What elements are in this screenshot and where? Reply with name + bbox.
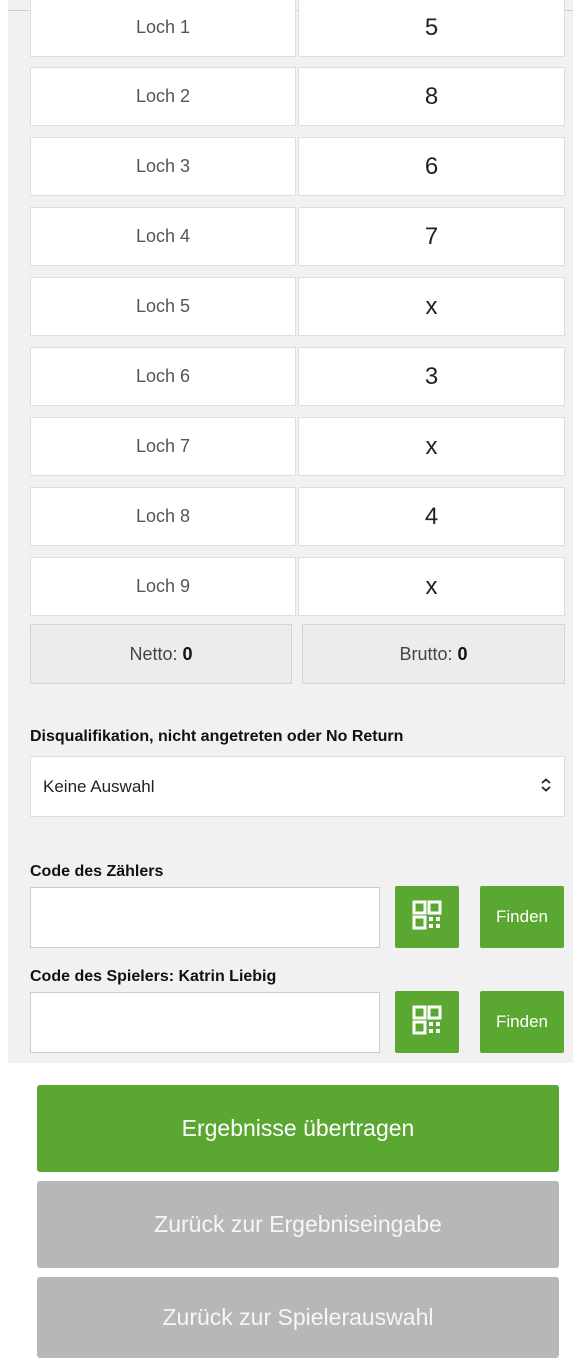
hole-row: Loch 8 4 xyxy=(30,487,565,548)
brutto-value: 0 xyxy=(457,643,468,664)
hole-row: Loch 6 3 xyxy=(30,347,565,408)
netto-total: Netto: 0 xyxy=(30,624,292,684)
hole-row: Loch 3 6 xyxy=(30,137,565,198)
qr-code-icon xyxy=(412,1005,442,1040)
disqualification-select[interactable]: Keine Auswahl xyxy=(30,756,565,817)
hole-row: Loch 9 x xyxy=(30,557,565,618)
marker-qr-scan-button[interactable] xyxy=(395,886,459,948)
back-to-entry-button[interactable]: Zurück zur Ergebniseingabe xyxy=(37,1181,559,1268)
back-to-players-button[interactable]: Zurück zur Spielerauswahl xyxy=(37,1277,559,1358)
hole-label: Loch 1 xyxy=(30,0,296,57)
hole-score[interactable]: x xyxy=(298,277,565,336)
marker-code-input[interactable] xyxy=(30,887,380,948)
hole-row: Loch 4 7 xyxy=(30,207,565,268)
hole-score[interactable]: 4 xyxy=(298,487,565,546)
hole-row: Loch 2 8 xyxy=(30,67,565,128)
hole-label: Loch 6 xyxy=(30,347,296,406)
player-code-input[interactable] xyxy=(30,992,380,1053)
chevron-up-down-icon xyxy=(540,778,552,795)
player-find-button[interactable]: Finden xyxy=(480,991,564,1053)
hole-score[interactable]: 7 xyxy=(298,207,565,266)
hole-score[interactable]: 6 xyxy=(298,137,565,196)
hole-label: Loch 3 xyxy=(30,137,296,196)
hole-row: Loch 5 x xyxy=(30,277,565,338)
marker-code-label: Code des Zählers xyxy=(30,863,164,880)
hole-label: Loch 7 xyxy=(30,417,296,476)
netto-value: 0 xyxy=(182,643,193,664)
hole-score[interactable]: x xyxy=(298,557,565,616)
brutto-total: Brutto: 0 xyxy=(302,624,565,684)
netto-label: Netto: xyxy=(129,643,178,664)
player-code-label: Code des Spielers: Katrin Liebig xyxy=(30,968,277,985)
hole-label: Loch 9 xyxy=(30,557,296,616)
submit-results-button[interactable]: Ergebnisse übertragen xyxy=(37,1085,559,1172)
hole-label: Loch 2 xyxy=(30,67,296,126)
hole-score[interactable]: 5 xyxy=(298,0,565,57)
hole-score[interactable]: 3 xyxy=(298,347,565,406)
hole-score[interactable]: x xyxy=(298,417,565,476)
disqualification-selected: Keine Auswahl xyxy=(43,776,155,796)
brutto-label: Brutto: xyxy=(399,643,453,664)
disqualification-label: Disqualifikation, nicht angetreten oder … xyxy=(30,728,404,745)
hole-score[interactable]: 8 xyxy=(298,67,565,126)
hole-row: Loch 1 5 xyxy=(30,0,565,59)
qr-code-icon xyxy=(412,900,442,935)
hole-label: Loch 4 xyxy=(30,207,296,266)
hole-label: Loch 8 xyxy=(30,487,296,546)
hole-label: Loch 5 xyxy=(30,277,296,336)
marker-find-button[interactable]: Finden xyxy=(480,886,564,948)
hole-row: Loch 7 x xyxy=(30,417,565,478)
player-qr-scan-button[interactable] xyxy=(395,991,459,1053)
